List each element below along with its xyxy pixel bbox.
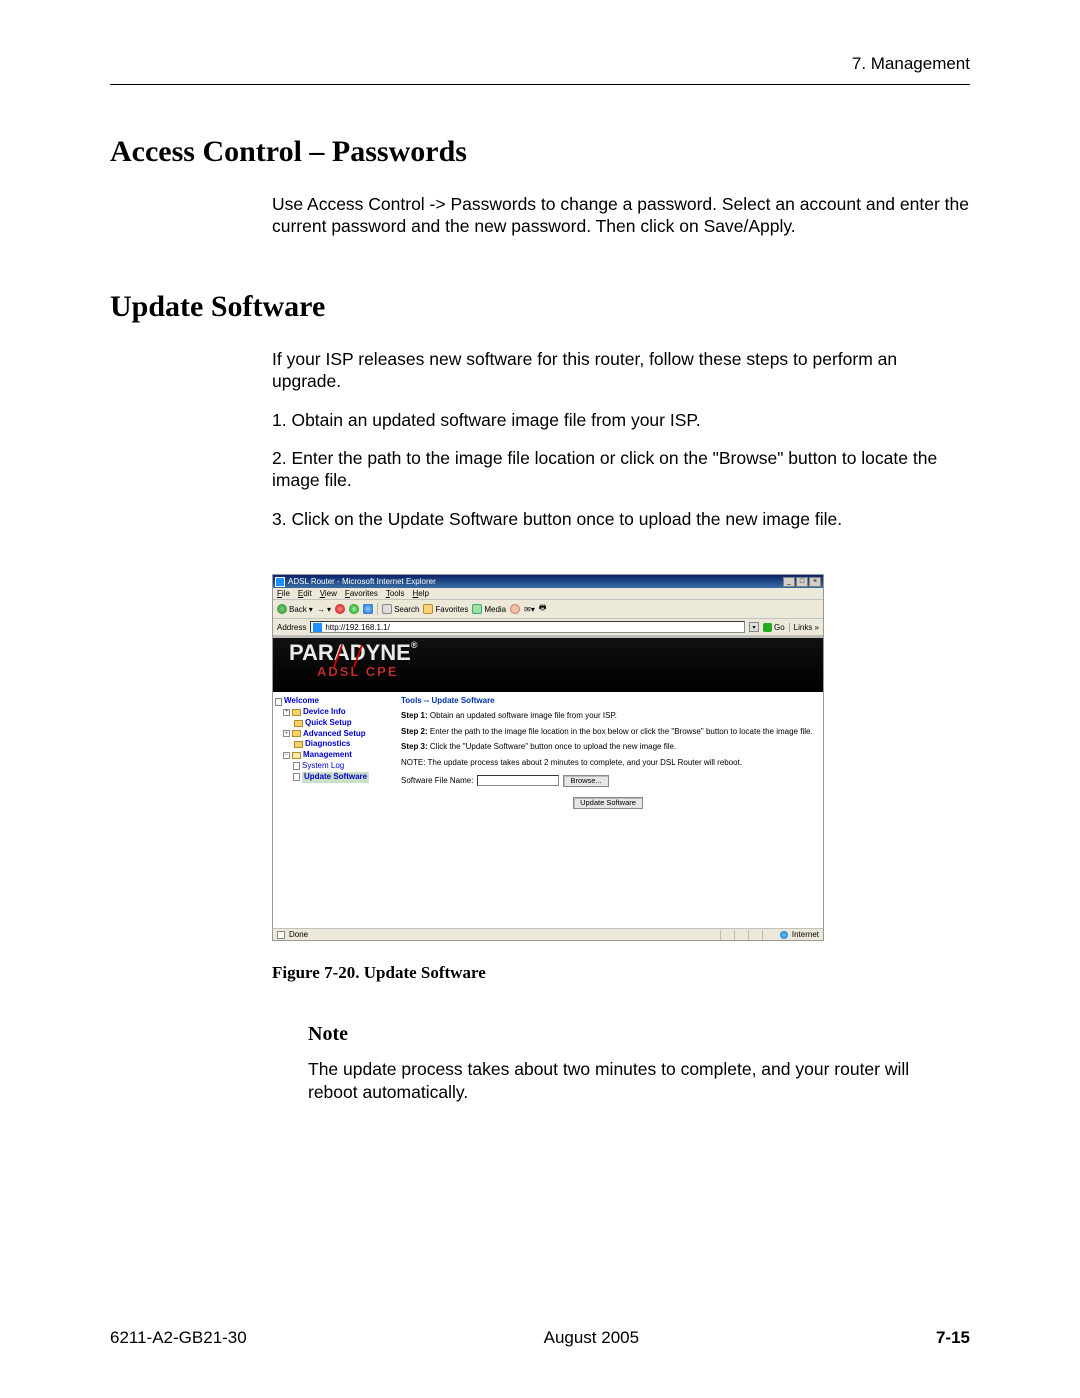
- search-icon: [382, 604, 392, 614]
- page-icon: [293, 773, 300, 781]
- minimize-button[interactable]: _: [783, 577, 795, 587]
- stop-button[interactable]: [335, 604, 345, 614]
- browse-button[interactable]: Browse...: [563, 775, 608, 787]
- history-button[interactable]: [510, 604, 520, 614]
- update-step-1: 1. Obtain an updated software image file…: [272, 409, 970, 431]
- section-title-update-software: Update Software: [110, 290, 970, 324]
- internet-zone-icon: [780, 931, 788, 939]
- ie-menubar: File Edit View Favorites Tools Help: [273, 588, 823, 600]
- media-button[interactable]: Media: [472, 604, 506, 614]
- folder-open-icon: [292, 752, 301, 759]
- done-icon: [277, 931, 285, 939]
- maximize-button[interactable]: □: [796, 577, 808, 587]
- panel-step-2: Step 2: Enter the path to the image file…: [401, 727, 815, 737]
- update-step-2: 2. Enter the path to the image file loca…: [272, 447, 970, 492]
- search-button[interactable]: Search: [382, 604, 419, 614]
- expand-icon[interactable]: +: [283, 709, 290, 716]
- back-arrow-icon: [277, 604, 287, 614]
- favorites-icon: [423, 604, 433, 614]
- brand-subtitle: ADSL CPE: [273, 664, 823, 679]
- tree-management[interactable]: −Management: [275, 750, 391, 761]
- page-icon: [275, 698, 282, 706]
- address-dropdown[interactable]: ▾: [749, 622, 759, 632]
- close-button[interactable]: ×: [809, 577, 821, 587]
- update-intro: If your ISP releases new software for th…: [272, 348, 970, 393]
- access-control-paragraph: Use Access Control -> Passwords to chang…: [272, 193, 970, 238]
- favorites-button[interactable]: Favorites: [423, 604, 468, 614]
- address-url: http://192.168.1.1/: [325, 623, 390, 632]
- router-brand-banner: PARADYNE® ADSL CPE: [273, 636, 823, 692]
- folder-icon: [294, 720, 303, 727]
- page-ie-icon: [313, 623, 322, 632]
- note-heading: Note: [308, 1023, 970, 1046]
- menu-tools[interactable]: Tools: [386, 589, 405, 598]
- footer-page: 7-15: [936, 1328, 970, 1348]
- address-input[interactable]: http://192.168.1.1/: [310, 621, 745, 633]
- panel-title: Tools -- Update Software: [401, 696, 815, 705]
- folder-icon: [294, 741, 303, 748]
- tree-advanced-setup[interactable]: +Advanced Setup: [275, 729, 391, 740]
- menu-file[interactable]: File: [277, 589, 290, 598]
- section-title-access-control: Access Control – Passwords: [110, 135, 970, 169]
- panel-note: NOTE: The update process takes about 2 m…: [401, 758, 815, 767]
- panel-step-3: Step 3: Click the "Update Software" butt…: [401, 742, 815, 752]
- menu-help[interactable]: Help: [413, 589, 429, 598]
- expand-icon[interactable]: +: [283, 730, 290, 737]
- tree-quick-setup[interactable]: Quick Setup: [275, 718, 391, 729]
- print-button[interactable]: 🖶: [539, 602, 547, 616]
- refresh-button[interactable]: [349, 604, 359, 614]
- page-header-right: 7. Management: [110, 54, 970, 74]
- tree-diagnostics[interactable]: Diagnostics: [275, 739, 391, 750]
- history-icon: [510, 604, 520, 614]
- router-main-panel: Tools -- Update Software Step 1: Step 1:…: [393, 692, 823, 928]
- home-icon: [363, 604, 373, 614]
- go-button[interactable]: Go: [763, 623, 785, 632]
- menu-favorites[interactable]: Favorites: [345, 589, 378, 598]
- update-step-3: 3. Click on the Update Software button o…: [272, 508, 970, 530]
- panel-step-1: Step 1: Step 1: Obtain an updated softwa…: [401, 711, 815, 721]
- tree-device-info[interactable]: +Device Info: [275, 707, 391, 718]
- back-button[interactable]: Back ▾: [277, 604, 313, 614]
- ie-titlebar[interactable]: ADSL Router - Microsoft Internet Explore…: [273, 575, 823, 588]
- file-label: Software File Name:: [401, 776, 473, 785]
- note-body: The update process takes about two minut…: [308, 1058, 948, 1103]
- folder-icon: [292, 730, 301, 737]
- page-icon: [293, 762, 300, 770]
- ie-logo-icon: [275, 577, 285, 587]
- ie-addressbar: Address http://192.168.1.1/ ▾ Go Links »: [273, 619, 823, 636]
- status-text: Done: [289, 930, 308, 939]
- tree-update-software[interactable]: Update Software: [275, 772, 391, 783]
- footer-date: August 2005: [544, 1328, 639, 1348]
- home-button[interactable]: [363, 604, 373, 614]
- ie-statusbar: Done Internet: [273, 928, 823, 940]
- header-rule: [110, 84, 970, 85]
- media-icon: [472, 604, 482, 614]
- figure-caption: Figure 7-20. Update Software: [272, 963, 970, 983]
- page-footer: 6211-A2-GB21-30 August 2005 7-15: [110, 1328, 970, 1348]
- go-icon: [763, 623, 772, 632]
- menu-edit[interactable]: Edit: [298, 589, 312, 598]
- status-zone: Internet: [792, 930, 819, 939]
- folder-icon: [292, 709, 301, 716]
- links-toolbar[interactable]: Links »: [789, 623, 819, 632]
- ie-toolbar: Back ▾ → ▾ Search Favorites Media ✉▾ 🖶: [273, 600, 823, 619]
- mail-button[interactable]: ✉▾: [524, 605, 535, 614]
- stop-icon: [335, 604, 345, 614]
- figure-screenshot: ADSL Router - Microsoft Internet Explore…: [272, 574, 824, 941]
- address-label: Address: [277, 623, 306, 632]
- collapse-icon[interactable]: −: [283, 752, 290, 759]
- file-input[interactable]: [477, 775, 559, 786]
- refresh-icon: [349, 604, 359, 614]
- brand-logo: PARADYNE®: [273, 636, 823, 666]
- nav-tree: Welcome +Device Info Quick Setup +Advanc…: [273, 692, 393, 928]
- forward-button[interactable]: → ▾: [317, 605, 331, 614]
- tree-system-log[interactable]: System Log: [275, 761, 391, 772]
- ie-window-title: ADSL Router - Microsoft Internet Explore…: [288, 577, 436, 586]
- update-software-button[interactable]: Update Software: [573, 797, 643, 809]
- menu-view[interactable]: View: [320, 589, 337, 598]
- tree-welcome[interactable]: Welcome: [275, 696, 391, 707]
- footer-docid: 6211-A2-GB21-30: [110, 1328, 247, 1348]
